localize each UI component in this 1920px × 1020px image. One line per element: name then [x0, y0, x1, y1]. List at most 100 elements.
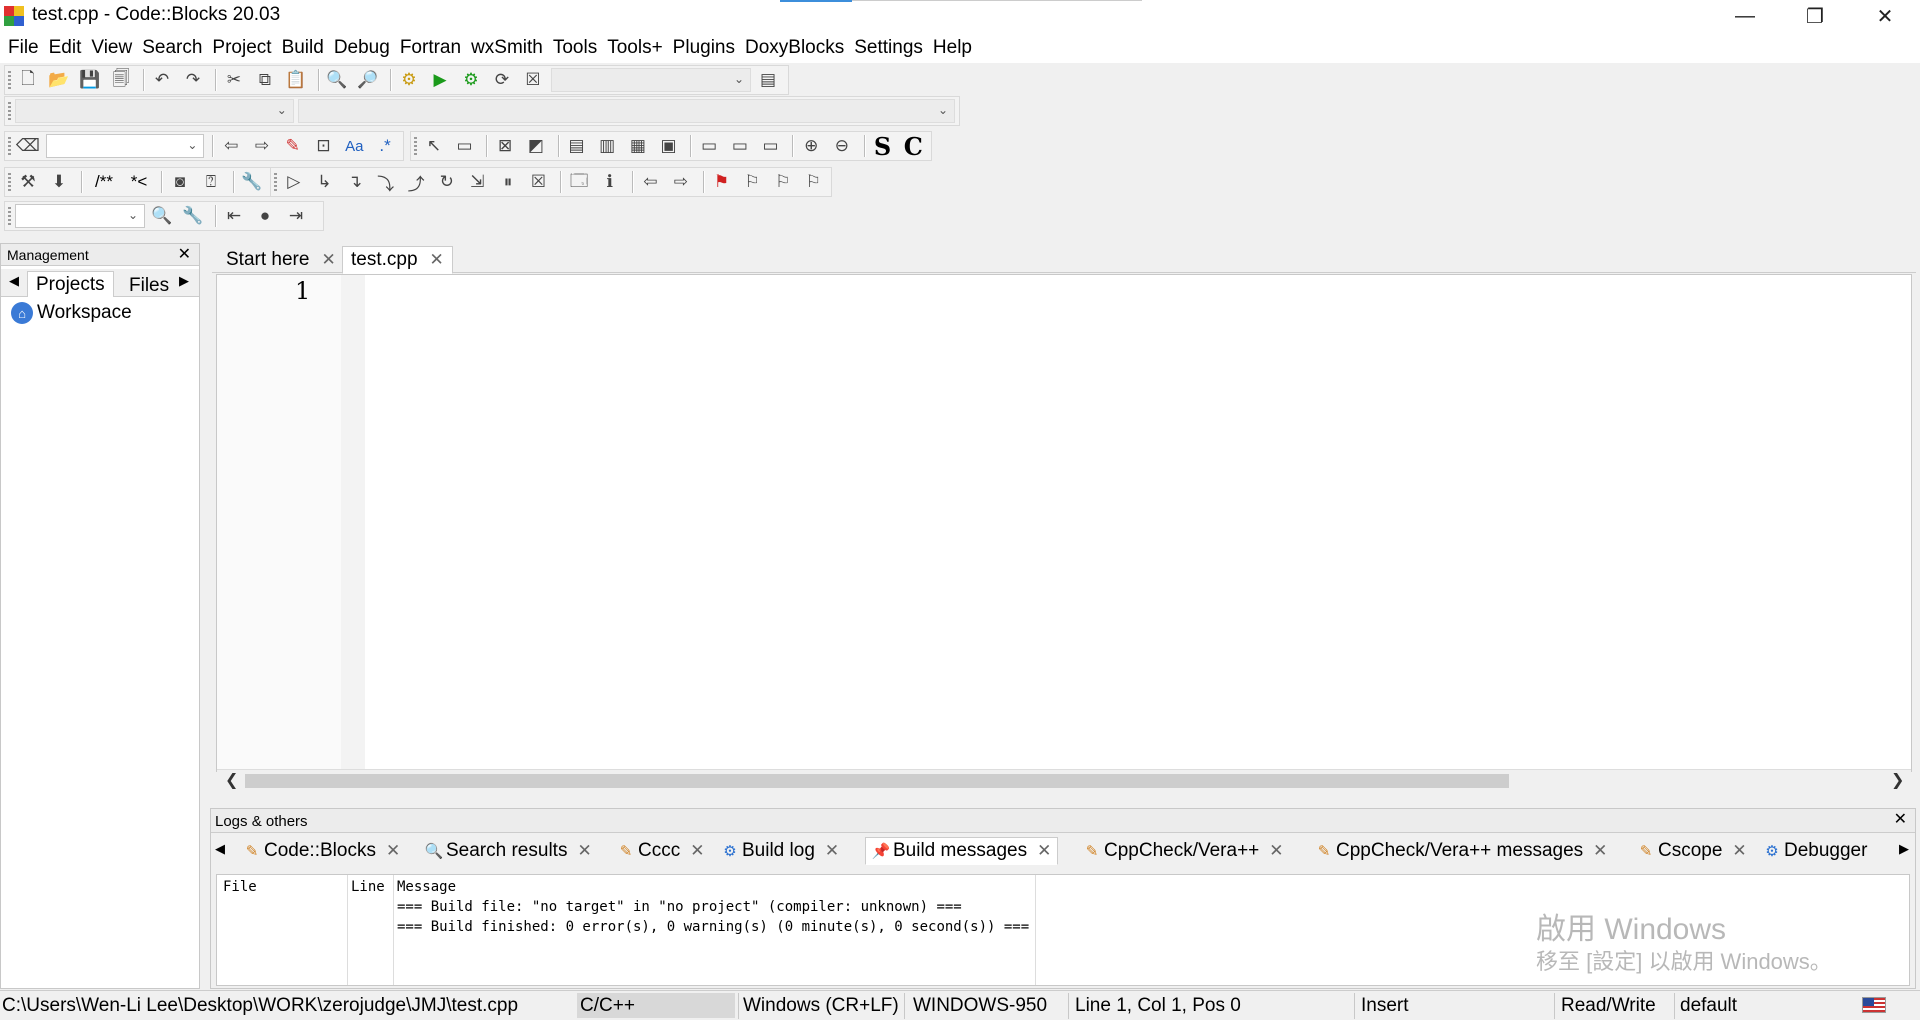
tab-scroll-left-icon[interactable]: ◀ — [215, 841, 225, 857]
close-icon[interactable]: ✕ — [1894, 809, 1907, 829]
find-previous-icon[interactable]: ⇦ — [218, 133, 244, 159]
pause-icon[interactable]: ⏸ — [495, 169, 521, 195]
close-icon[interactable]: ✕ — [577, 841, 591, 861]
minimize-button[interactable]: — — [1710, 0, 1780, 33]
align-top-icon[interactable]: ▤ — [564, 133, 590, 159]
align-center-icon[interactable]: ▥ — [594, 133, 620, 159]
restore-button[interactable]: ❐ — [1780, 0, 1850, 33]
line-comment-button[interactable]: *< — [126, 169, 152, 195]
open-file-icon[interactable]: 📂 — [46, 67, 72, 93]
menu-wxsmith[interactable]: wxSmith — [466, 37, 548, 59]
doxywizard-icon[interactable]: ⚒ — [15, 169, 41, 195]
horizontal-scrollbar[interactable]: ❮ ❯ — [217, 769, 1911, 791]
config-wrench-icon[interactable]: 🔧 — [239, 169, 265, 195]
selected-text-icon[interactable]: ⊡ — [311, 133, 337, 159]
build-and-run-icon[interactable]: ⚙ — [458, 67, 484, 93]
menu-view[interactable]: View — [86, 37, 137, 59]
close-icon[interactable]: ✕ — [321, 250, 335, 270]
menu-tools[interactable]: Tools — [548, 37, 602, 59]
html-docs-icon[interactable]: ◙ — [167, 169, 193, 195]
next-line-icon[interactable]: ↴ — [342, 169, 368, 195]
cut-icon[interactable]: ✂ — [221, 67, 247, 93]
tab-scroll-left-icon[interactable]: ◀ — [9, 273, 19, 289]
search-text-input[interactable]: ⌄ — [45, 134, 205, 158]
tab-codeblocks-log[interactable]: ✎ Code::Blocks ✕ — [237, 837, 406, 865]
scroll-right-icon[interactable]: ❯ — [1891, 770, 1904, 790]
menu-tools-plus[interactable]: Tools+ — [602, 37, 667, 59]
border-left-icon[interactable]: ▭ — [696, 133, 722, 159]
tab-start-here[interactable]: Start here ✕ — [218, 246, 344, 274]
layout-icon-1[interactable]: ⊠ — [492, 133, 518, 159]
next-instruction-icon[interactable]: ↻ — [434, 169, 460, 195]
debug-windows-icon[interactable]: 🗔 — [566, 169, 592, 195]
border-both-icon[interactable]: ▭ — [758, 133, 784, 159]
toggle-bookmark-flag-icon[interactable]: ⚑ — [709, 169, 735, 195]
find-next-icon[interactable]: ⇨ — [249, 133, 275, 159]
build-target-select[interactable]: ⌄ — [551, 68, 751, 92]
layout-icon-2[interactable]: ◩ — [523, 133, 549, 159]
debug-continue-icon[interactable]: ▷ — [281, 169, 307, 195]
workspace-node[interactable]: ⌂ Workspace — [11, 302, 132, 324]
step-into-icon[interactable]: ⤵ — [373, 169, 399, 195]
expand-icon[interactable]: ▣ — [656, 133, 682, 159]
tab-cccc[interactable]: ✎ Cccc ✕ — [611, 837, 710, 865]
redo-icon[interactable]: ↷ — [180, 67, 206, 93]
menu-search[interactable]: Search — [137, 37, 207, 59]
tab-scroll-right-icon[interactable]: ▶ — [1899, 841, 1909, 857]
scope-select[interactable]: ⌄ — [15, 99, 294, 123]
zoom-out-icon[interactable]: ⊖ — [829, 133, 855, 159]
tab-projects[interactable]: Projects — [27, 271, 114, 297]
build-options-icon[interactable]: ▤ — [755, 67, 781, 93]
step-out-icon[interactable]: ⤴ — [403, 169, 429, 195]
undo-icon[interactable]: ↶ — [149, 67, 175, 93]
align-bottom-icon[interactable]: ▦ — [625, 133, 651, 159]
abort-icon[interactable]: ☒ — [520, 67, 546, 93]
clear-search-icon[interactable]: ⌫ — [15, 133, 41, 159]
s-tool-icon[interactable]: S — [870, 132, 896, 161]
tab-cppcheck-vera-messages[interactable]: ✎ CppCheck/Vera++ messages ✕ — [1309, 837, 1613, 865]
zoom-in-icon[interactable]: ⊕ — [798, 133, 824, 159]
border-right-icon[interactable]: ▭ — [727, 133, 753, 159]
copy-icon[interactable]: ⧉ — [252, 67, 278, 93]
jump-dot-icon[interactable]: ● — [252, 203, 278, 229]
tab-cscope[interactable]: ✎ Cscope ✕ — [1631, 837, 1753, 865]
menu-edit[interactable]: Edit — [44, 37, 87, 59]
pointer-icon[interactable]: ↖ — [421, 133, 447, 159]
debug-info-icon[interactable]: ℹ — [597, 169, 623, 195]
tools-wrench-icon[interactable]: 🔧 — [180, 203, 206, 229]
close-icon[interactable]: ✕ — [1732, 841, 1746, 861]
menu-project[interactable]: Project — [207, 37, 276, 59]
extract-icon[interactable]: ⬇ — [46, 169, 72, 195]
misc-select[interactable]: ⌄ — [15, 204, 145, 228]
stop-debugger-icon[interactable]: ☒ — [526, 169, 552, 195]
block-comment-button[interactable]: /** — [87, 169, 121, 195]
rebuild-icon[interactable]: ⟳ — [489, 67, 515, 93]
menu-doxyblocks[interactable]: DoxyBlocks — [740, 37, 849, 59]
step-into-instruction-icon[interactable]: ⇲ — [465, 169, 491, 195]
run-icon[interactable]: ▶ — [427, 67, 453, 93]
clear-bookmarks-flag-icon[interactable]: ⚐ — [801, 169, 827, 195]
close-icon[interactable]: ✕ — [1593, 841, 1607, 861]
new-file-icon[interactable]: 🗋 — [15, 67, 41, 93]
tab-build-log[interactable]: ⚙ Build log ✕ — [715, 837, 845, 865]
menu-build[interactable]: Build — [277, 37, 329, 59]
menu-fortran[interactable]: Fortran — [395, 37, 466, 59]
tab-build-messages[interactable]: 📌 Build messages ✕ — [865, 837, 1059, 865]
close-icon[interactable]: ✕ — [386, 841, 400, 861]
close-window-button[interactable]: ✕ — [1850, 0, 1920, 33]
box-sizer-icon[interactable]: ▭ — [452, 133, 478, 159]
close-icon[interactable]: ✕ — [690, 841, 704, 861]
jump-back-icon[interactable]: ⇤ — [221, 203, 247, 229]
log-message-row[interactable]: === Build finished: 0 error(s), 0 warnin… — [397, 919, 1029, 935]
menu-help[interactable]: Help — [928, 37, 977, 59]
close-icon[interactable]: ✕ — [825, 841, 839, 861]
prev-bookmark-flag-icon[interactable]: ⚐ — [739, 169, 765, 195]
run-to-cursor-icon[interactable]: ↳ — [312, 169, 338, 195]
tab-scroll-right-icon[interactable]: ▶ — [179, 273, 189, 289]
menu-debug[interactable]: Debug — [329, 37, 395, 59]
save-all-icon[interactable]: 🗐 — [108, 67, 134, 93]
highlight-icon[interactable]: ✎ — [280, 133, 306, 159]
jump-forward-icon[interactable]: ⇥ — [283, 203, 309, 229]
log-message-row[interactable]: === Build file: "no target" in "no proje… — [397, 899, 962, 915]
column-header-message[interactable]: Message — [397, 879, 456, 895]
